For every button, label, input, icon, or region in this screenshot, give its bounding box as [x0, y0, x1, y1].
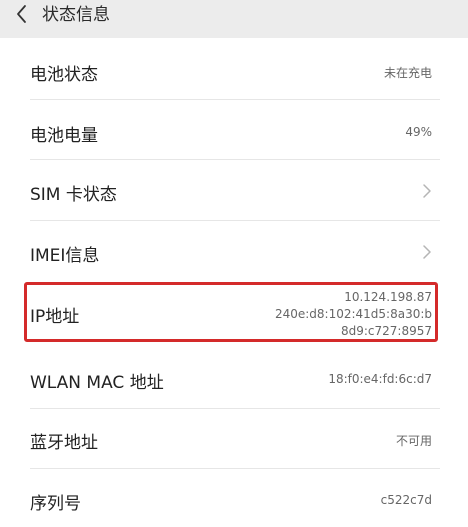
- row-imei[interactable]: IMEI信息: [0, 236, 468, 270]
- chevron-right-icon: [423, 184, 431, 198]
- wlan-mac-label: WLAN MAC 地址: [30, 373, 164, 393]
- divider: [30, 159, 440, 160]
- row-sim-status[interactable]: SIM 卡状态: [0, 175, 468, 209]
- serial-number-label: 序列号: [30, 494, 81, 514]
- bluetooth-address-value: 不可用: [395, 434, 432, 448]
- battery-status-value: 未在充电: [383, 66, 432, 80]
- row-battery-status: 电池状态 未在充电: [0, 55, 468, 89]
- back-arrow-icon[interactable]: [14, 3, 30, 25]
- imei-label: IMEI信息: [30, 246, 100, 266]
- row-bluetooth-address: 蓝牙地址 不可用: [0, 423, 468, 457]
- divider: [30, 408, 440, 409]
- ip-address-line-3: 8d9:c727:8957: [340, 324, 432, 338]
- chevron-right-icon: [423, 245, 431, 259]
- battery-level-value: 49%: [405, 125, 432, 139]
- battery-status-label: 电池状态: [30, 65, 98, 85]
- ip-address-label: IP地址: [30, 307, 80, 327]
- divider: [30, 468, 440, 469]
- divider: [30, 220, 440, 221]
- ip-address-value: 10.124.198.87 240e:d8:102:41d5:8a30:b 8d…: [275, 289, 432, 340]
- sim-status-label: SIM 卡状态: [30, 185, 117, 205]
- serial-number-value: c522c7d: [380, 493, 432, 507]
- page-title: 状态信息: [42, 5, 110, 25]
- ip-address-line-1: 10.124.198.87: [344, 290, 432, 304]
- ip-address-line-2: 240e:d8:102:41d5:8a30:b: [274, 307, 432, 321]
- wlan-mac-value: 18:f0:e4:fd:6c:d7: [328, 372, 432, 386]
- row-battery-level: 电池电量 49%: [0, 116, 468, 150]
- bluetooth-address-label: 蓝牙地址: [30, 433, 98, 453]
- row-serial-number: 序列号 c522c7d: [0, 484, 468, 518]
- top-bar: 状态信息: [0, 0, 468, 38]
- battery-level-label: 电池电量: [30, 126, 98, 146]
- row-wlan-mac: WLAN MAC 地址 18:f0:e4:fd:6c:d7: [0, 363, 468, 397]
- divider: [30, 99, 440, 100]
